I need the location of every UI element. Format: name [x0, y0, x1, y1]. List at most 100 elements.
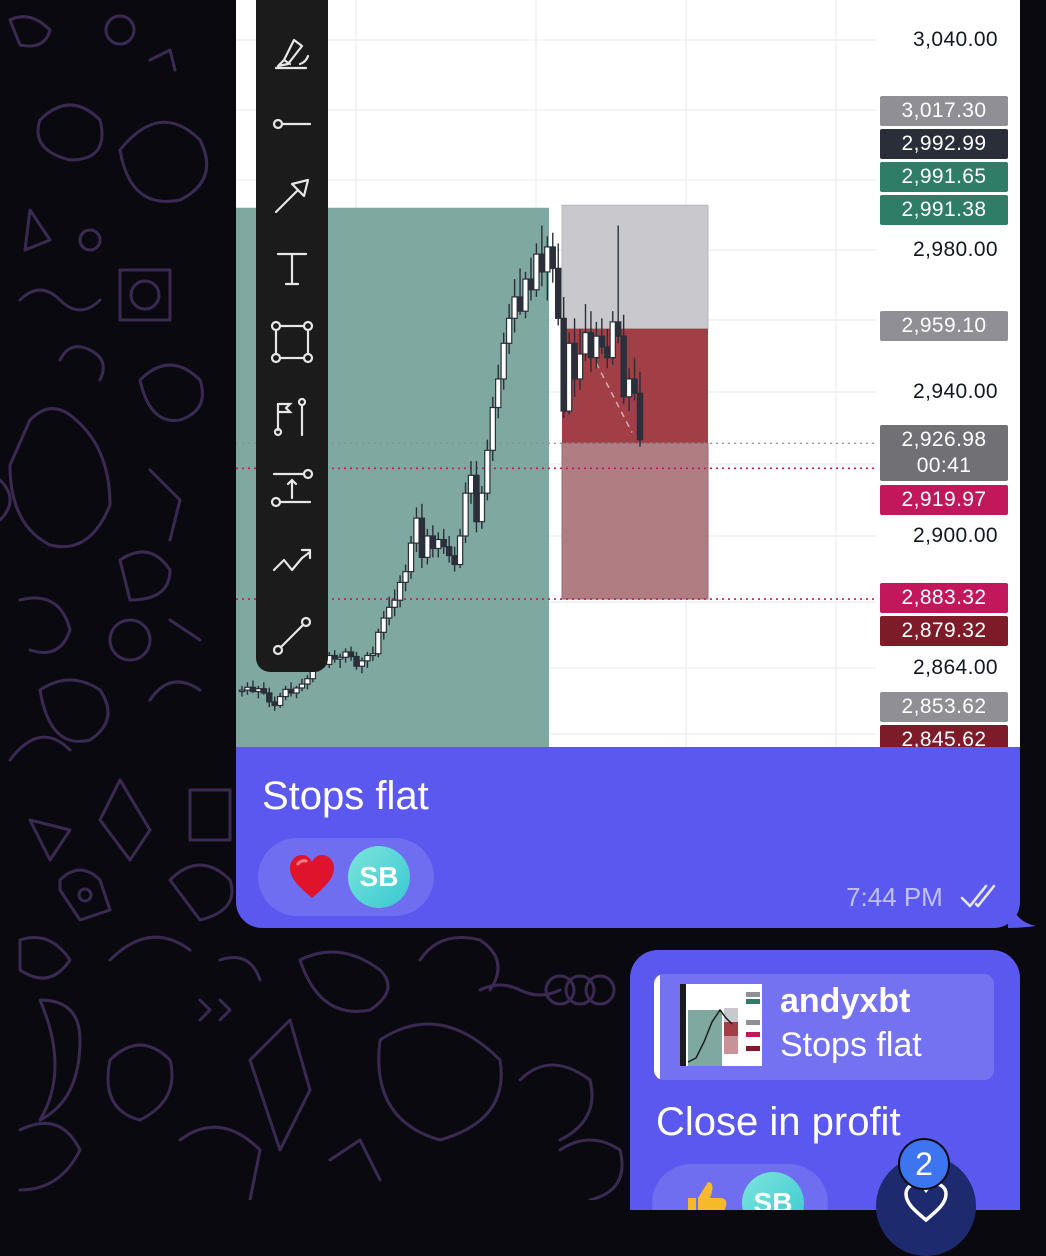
bubble-tail	[1008, 896, 1036, 928]
candle-body	[593, 335, 600, 359]
price-tag: 2,991.65	[880, 162, 1008, 192]
reply-accent-bar	[654, 974, 660, 1080]
candle-countdown: 00:41	[916, 454, 972, 477]
candle-body	[336, 656, 344, 660]
candle-body	[631, 378, 638, 394]
axis-label: 2,940.00	[913, 380, 998, 403]
candle-body	[391, 599, 398, 608]
candle-body	[560, 317, 567, 412]
candle-body	[276, 695, 284, 707]
candle-body	[435, 538, 442, 550]
target-zone	[561, 204, 709, 330]
candle-body	[445, 546, 453, 557]
candle-body	[533, 253, 540, 291]
candle-body	[598, 335, 606, 348]
path-icon[interactable]	[270, 540, 314, 584]
candle-body	[473, 474, 480, 523]
message-bubble-chart[interactable]: 3,040.00 2,980.00 2,940.00 2,900.00 2,86…	[236, 0, 1020, 928]
candle-body	[587, 331, 595, 359]
candle-body	[571, 342, 578, 380]
read-checkmarks-icon	[960, 884, 996, 908]
price-tag: 2,992.99	[880, 129, 1008, 159]
reaction-chip[interactable]: SB	[258, 838, 434, 916]
candle-body	[549, 246, 556, 269]
candle-body	[555, 267, 562, 319]
chart-screenshot[interactable]: 3,040.00 2,980.00 2,940.00 2,900.00 2,86…	[236, 0, 1020, 747]
horizontal-ray-icon[interactable]	[270, 102, 314, 146]
price-tag: 3,017.30	[880, 96, 1008, 126]
message-caption: Stops flat	[262, 774, 429, 818]
price-tag: 2,845.62	[880, 725, 1008, 747]
candle-body	[402, 571, 409, 583]
candle-body	[353, 655, 360, 667]
candle-body	[244, 686, 251, 691]
price-range-icon[interactable]	[270, 466, 314, 510]
last-price-tag: 2,926.98 00:41	[880, 425, 1008, 481]
candle-body	[516, 296, 524, 312]
rectangle-icon[interactable]	[270, 320, 314, 364]
candle-body	[418, 517, 426, 558]
candle-body	[636, 392, 644, 441]
candle-body	[407, 542, 415, 573]
reply-thumbnail	[680, 984, 762, 1066]
reaction-chip[interactable]: SB	[652, 1164, 828, 1210]
price-tag: 2,991.38	[880, 195, 1008, 225]
candle-body	[364, 654, 371, 662]
candle-body	[609, 321, 616, 359]
candle-body	[304, 678, 311, 685]
candle-body	[386, 606, 393, 619]
heart-emoji-icon	[290, 855, 334, 898]
candle-body	[266, 692, 273, 703]
candle-body	[500, 342, 507, 380]
flag-pin-icon[interactable]	[270, 394, 314, 438]
candle-body	[424, 535, 431, 558]
reply-text: Stops flat	[780, 1026, 922, 1064]
reply-quote[interactable]: andyxbt Stops flat	[654, 974, 994, 1080]
candle-body	[249, 686, 257, 693]
message-caption: Close in profit	[656, 1100, 901, 1144]
brush-icon[interactable]	[270, 30, 314, 74]
candle-body	[484, 449, 491, 494]
candle-body	[462, 492, 469, 537]
candle-body	[429, 535, 437, 550]
trend-line-icon[interactable]	[270, 614, 314, 658]
candle-body	[456, 535, 464, 566]
price-tag: 2,919.97	[880, 485, 1008, 515]
candle-body	[576, 353, 584, 380]
candle-body	[565, 342, 573, 412]
unread-badge: 2	[898, 1138, 950, 1190]
candle-body	[440, 538, 447, 548]
candle-body	[604, 346, 611, 359]
candle-body	[614, 321, 622, 337]
candle-body	[505, 317, 513, 344]
candle-body	[347, 651, 355, 658]
candle-body	[451, 555, 458, 566]
candle-body	[538, 253, 546, 273]
axis-label: 2,980.00	[913, 238, 998, 261]
axis-label: 2,864.00	[913, 656, 998, 679]
candle-body	[625, 378, 633, 398]
candle-body	[342, 651, 349, 658]
candle-body	[478, 492, 486, 523]
price-tag: 2,853.62	[880, 692, 1008, 722]
message-time: 7:44 PM	[846, 882, 943, 912]
candle-body	[238, 689, 246, 693]
candle-body	[522, 278, 529, 312]
text-icon[interactable]	[270, 246, 314, 290]
candle-body	[375, 631, 382, 655]
stop-extension-zone	[561, 442, 709, 600]
price-tag: 2,883.32	[880, 583, 1008, 613]
thumbs-up-emoji-icon	[688, 1182, 727, 1210]
axis-label: 3,040.00	[913, 28, 998, 51]
candle-body	[511, 296, 518, 319]
avatar: SB	[348, 846, 410, 908]
candle-body	[544, 246, 551, 273]
candle-body	[282, 688, 289, 698]
candle-body	[396, 581, 404, 601]
candle-body	[331, 654, 338, 660]
candle-body	[582, 331, 589, 355]
candle-body	[495, 378, 502, 409]
arrow-icon[interactable]	[270, 174, 314, 218]
drawing-toolbar	[256, 0, 328, 672]
candle-body	[271, 701, 278, 707]
